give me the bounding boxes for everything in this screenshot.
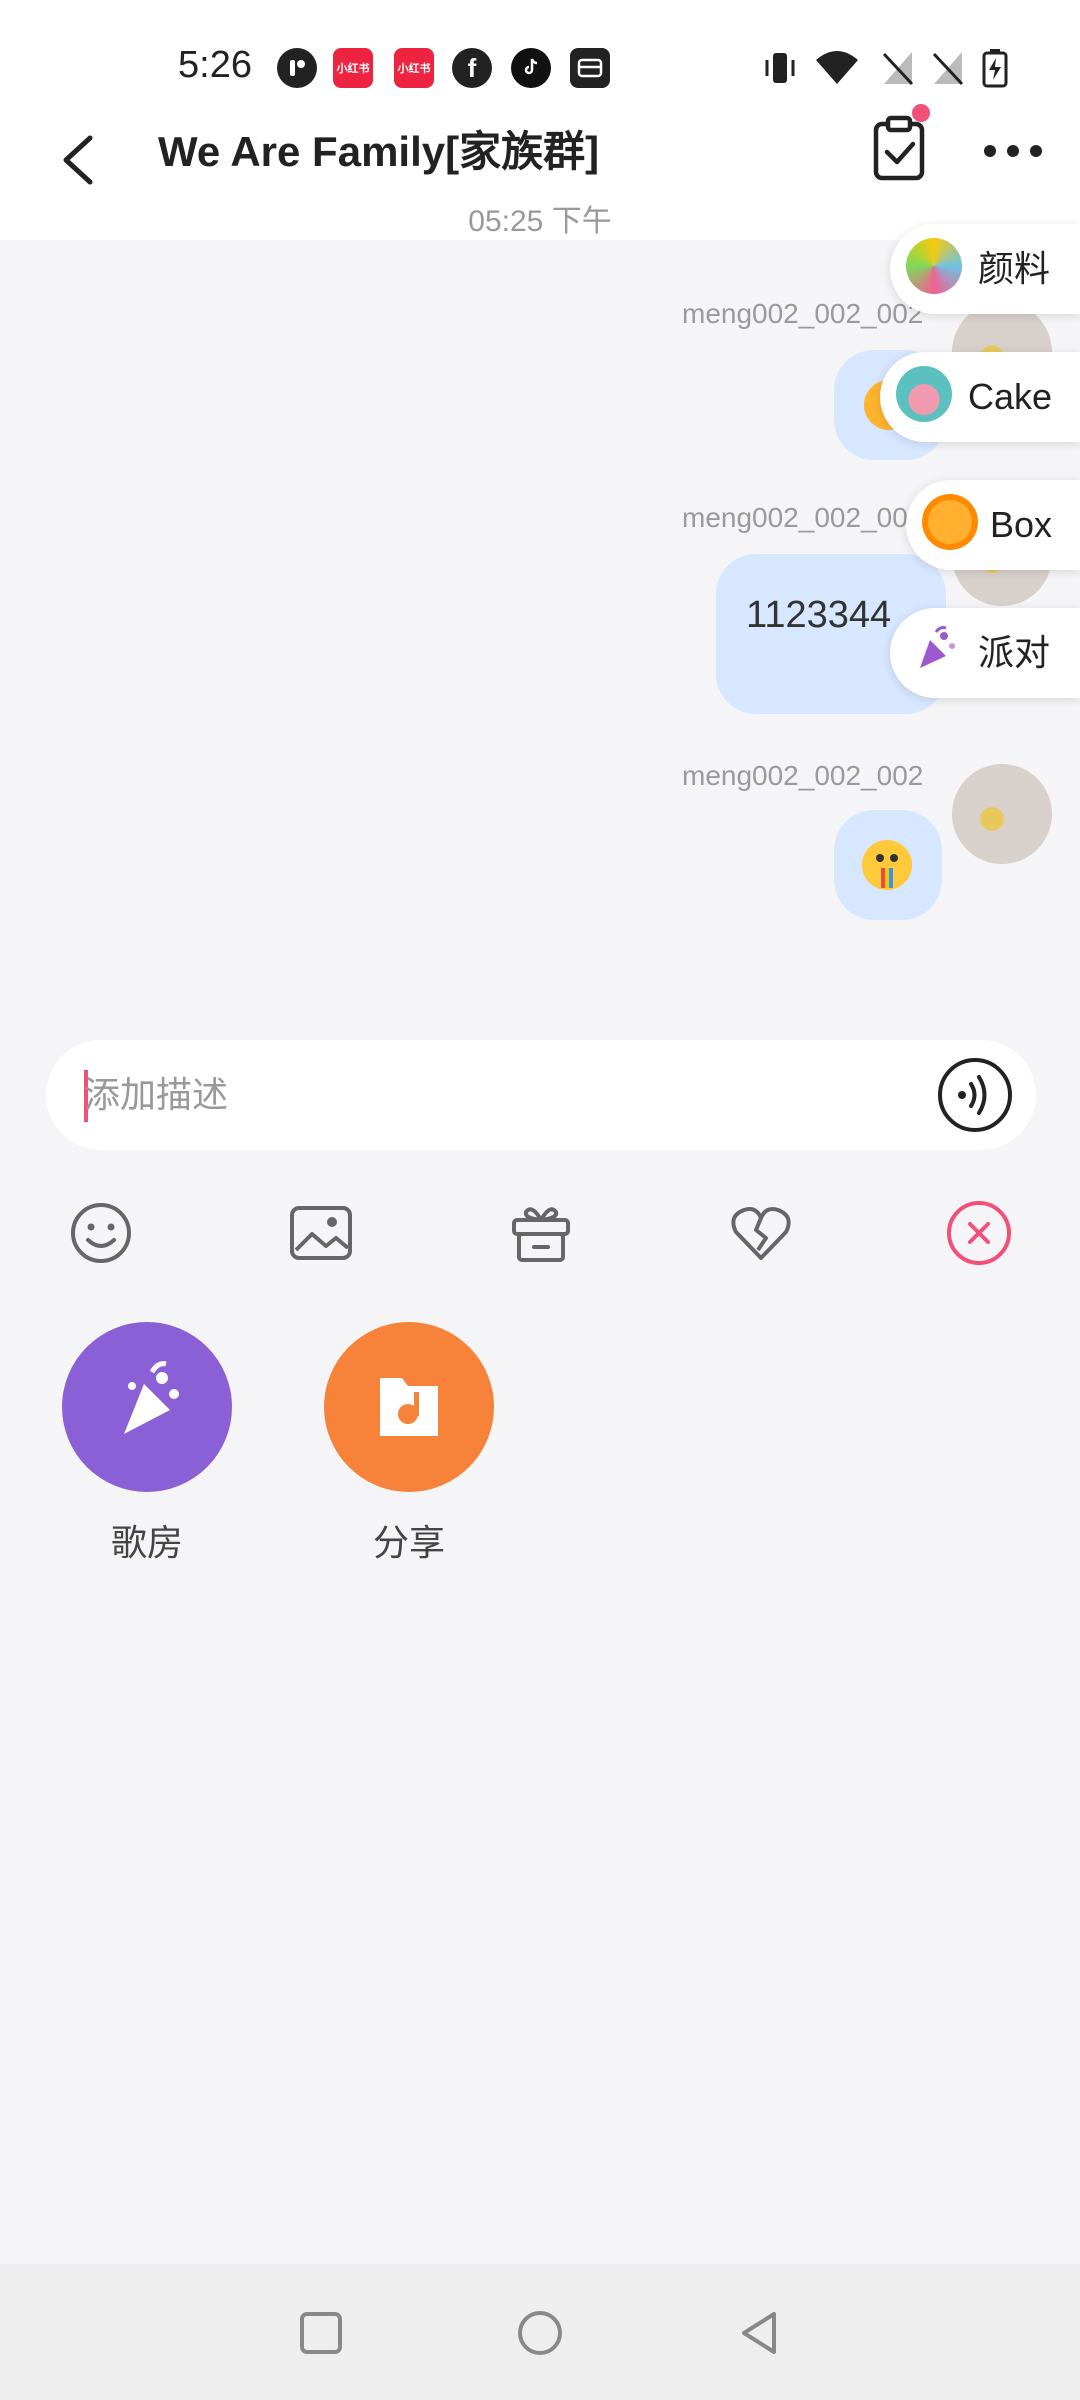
recents-square-icon[interactable] <box>296 2308 346 2358</box>
page-title: We Are Family[家族群] <box>158 128 600 175</box>
share-button[interactable]: 分享 <box>324 1322 494 1566</box>
xiaohongshu-icon: 小红书 <box>333 48 373 88</box>
voice-wave-icon[interactable] <box>938 1058 1012 1132</box>
broken-heart-icon[interactable] <box>726 1198 796 1268</box>
effect-label: Box <box>990 504 1053 545</box>
close-circle-icon[interactable] <box>944 1198 1014 1268</box>
xiaohongshu-label: 小红书 <box>336 63 370 75</box>
karaoke-icon <box>62 1322 232 1492</box>
paint-splash-icon <box>906 238 962 294</box>
no-sim-icon <box>880 48 916 88</box>
party-popper-icon <box>906 622 962 678</box>
avatar[interactable] <box>952 764 1052 864</box>
record-app-icon <box>277 48 317 88</box>
wifi-icon <box>814 48 860 88</box>
battery-charging-icon <box>982 48 1008 88</box>
message-sender: meng002_002_002 <box>682 760 924 791</box>
effect-label: Cake <box>968 376 1053 417</box>
status-time: 5:26 <box>178 44 252 86</box>
effect-tab-cake[interactable]: Cake <box>880 352 1080 442</box>
chevron-left-icon[interactable] <box>50 120 110 200</box>
image-icon[interactable] <box>286 1198 356 1268</box>
description-input-bar <box>46 1040 1036 1150</box>
message-sender: meng002_002_002 <box>682 298 924 329</box>
more-horizontal-icon[interactable] <box>978 126 1048 176</box>
action-label: 歌房 <box>110 1522 183 1563</box>
xiaohongshu-label: 小红书 <box>397 63 431 75</box>
effect-tab-paint[interactable]: 颜料 <box>890 224 1080 314</box>
system-navigation-bar <box>0 2264 1080 2400</box>
folder-music-icon <box>324 1322 494 1492</box>
notification-dot <box>912 104 930 122</box>
karaoke-room-button[interactable]: 歌房 <box>62 1322 232 1566</box>
inbox-app-icon <box>570 48 610 88</box>
gift-icon[interactable] <box>506 1198 576 1268</box>
tiktok-icon <box>511 48 551 88</box>
facebook-icon: f <box>452 48 492 88</box>
home-circle-icon[interactable] <box>515 2308 565 2358</box>
no-sim-icon <box>930 48 966 88</box>
effect-tab-box[interactable]: Box <box>906 480 1080 570</box>
description-input[interactable] <box>84 1040 944 1150</box>
action-label: 分享 <box>372 1522 445 1563</box>
message-text: 1123344 <box>746 594 892 636</box>
gift-box-icon <box>922 494 978 550</box>
rainbow-vomit-emoji <box>862 840 912 890</box>
effect-label: 颜料 <box>978 248 1051 289</box>
xiaohongshu-icon: 小红书 <box>394 48 434 88</box>
back-triangle-icon[interactable] <box>734 2308 784 2358</box>
effect-tab-party[interactable]: 派对 <box>890 608 1080 698</box>
effect-label: 派对 <box>978 632 1051 673</box>
message-bubble[interactable] <box>834 810 942 920</box>
message-sender: meng002_002_002 <box>682 502 924 533</box>
cake-icon <box>896 366 952 422</box>
vibrate-icon <box>762 48 798 88</box>
emoji-face-icon[interactable] <box>66 1198 136 1268</box>
